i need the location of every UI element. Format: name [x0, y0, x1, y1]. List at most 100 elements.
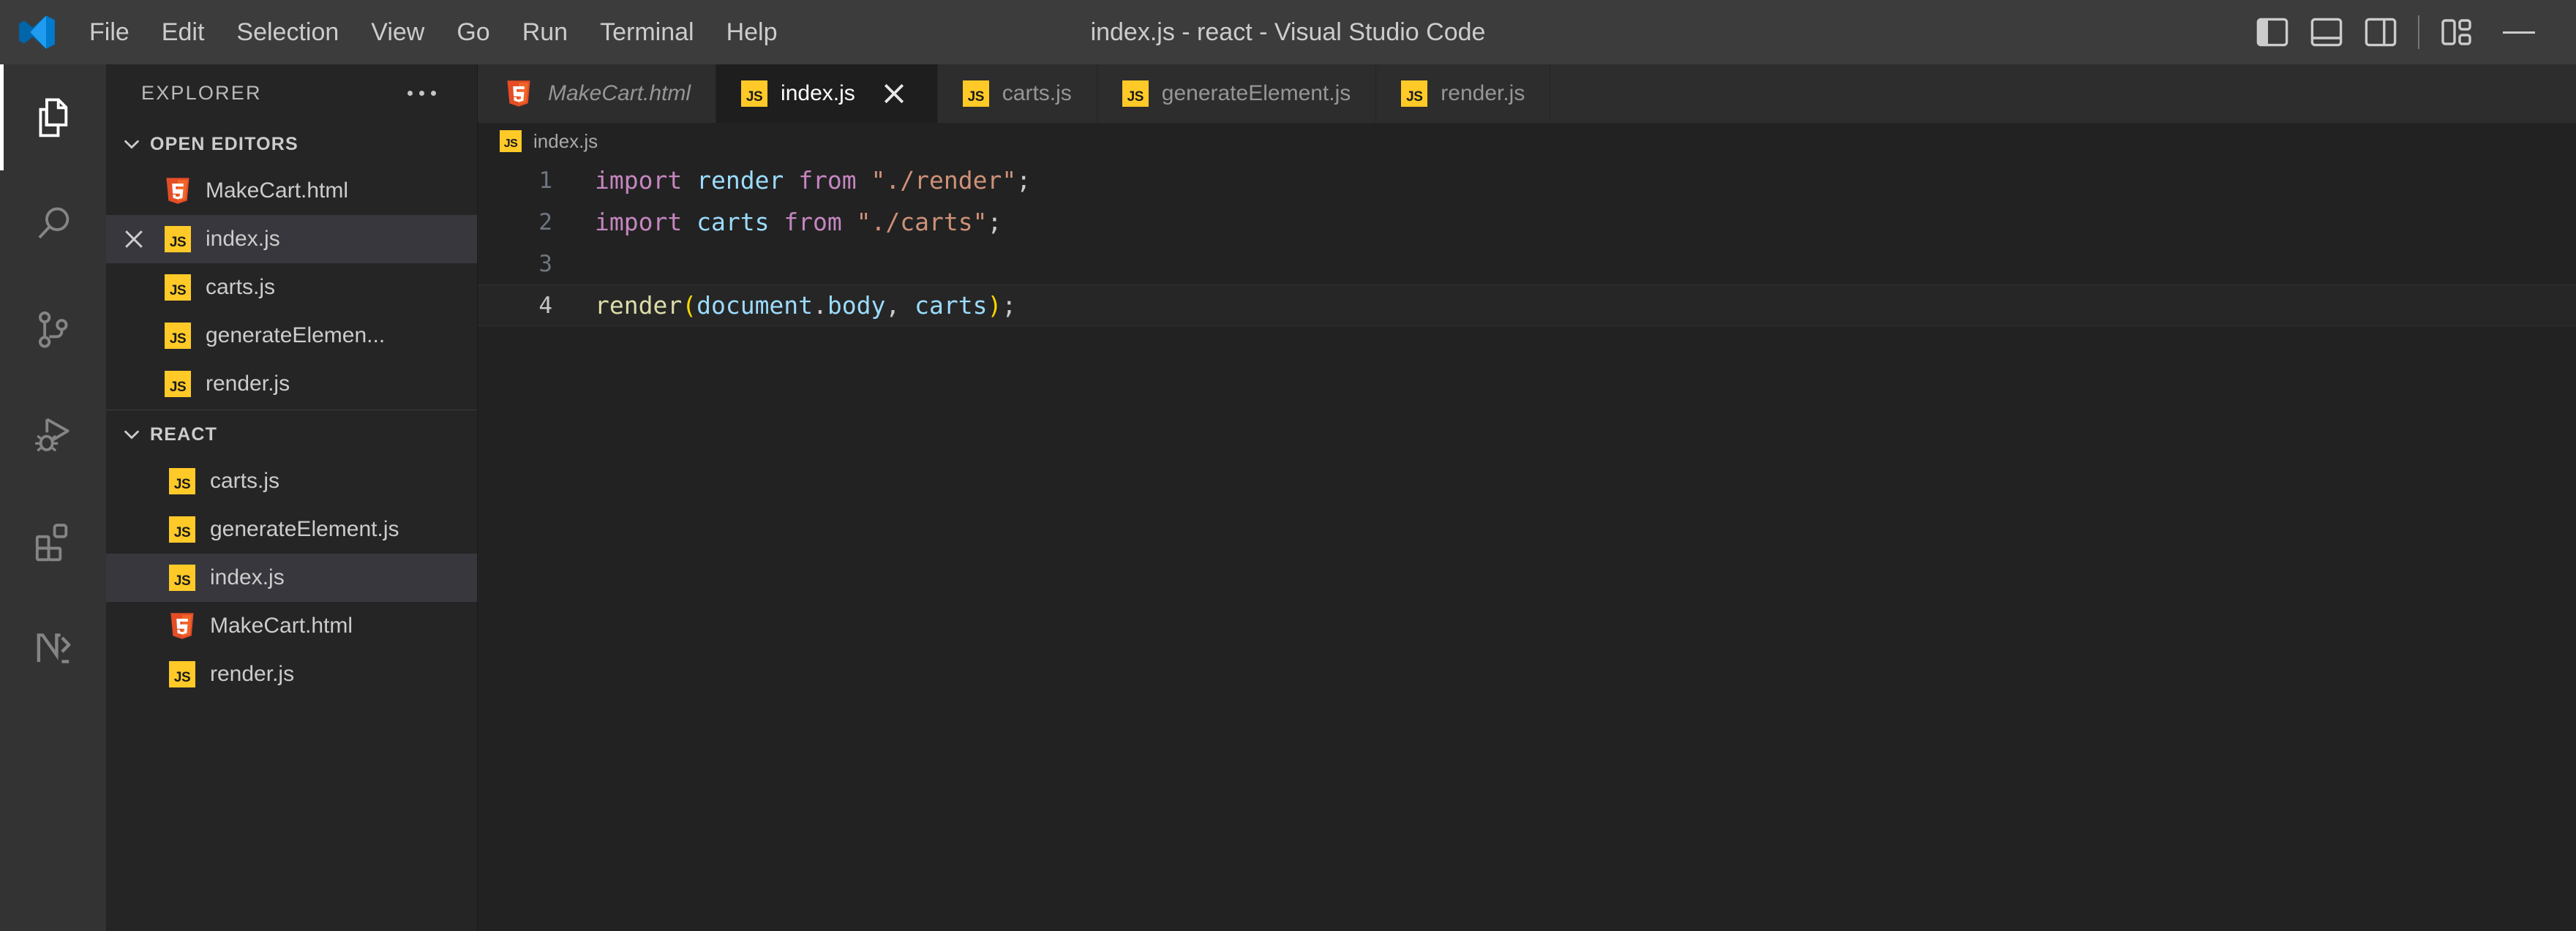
- html5-file-icon: [503, 79, 535, 108]
- line-number: 4: [538, 292, 552, 319]
- js-badge: JS: [169, 468, 195, 494]
- files-icon: [38, 98, 67, 137]
- minimize-icon: [2503, 31, 2535, 34]
- menu-bar: File Edit Selection View Go Run Terminal…: [73, 0, 794, 64]
- html5-file-icon: [166, 611, 198, 641]
- tab-carts-js[interactable]: JS carts.js: [937, 64, 1097, 123]
- list-item-label: MakeCart.html: [210, 614, 353, 638]
- section-header-open-editors[interactable]: OPEN EDITORS: [106, 121, 477, 167]
- tab-label: MakeCart.html: [548, 81, 691, 105]
- sidebar-item-extensions[interactable]: [0, 489, 106, 595]
- sidebar-item-source-control[interactable]: [0, 276, 106, 382]
- js-file-icon: JS: [166, 661, 198, 687]
- tab-label: index.js: [781, 81, 855, 105]
- explorer-sidebar: EXPLORER OPEN EDITORS MakeCart.html JS i…: [106, 64, 478, 931]
- code-line-text: import carts from "./carts";: [595, 208, 1002, 236]
- open-editors-list: MakeCart.html JS index.js JS carts.js JS…: [106, 167, 477, 410]
- list-item[interactable]: JS index.js: [106, 554, 477, 602]
- sidebar-item-explorer[interactable]: [0, 64, 106, 170]
- menu-item-edit[interactable]: Edit: [146, 0, 221, 64]
- js-file-icon: JS: [162, 274, 194, 301]
- tab-generateelement-js[interactable]: JS generateElement.js: [1097, 64, 1377, 123]
- vscode-window: File Edit Selection View Go Run Terminal…: [0, 0, 2576, 931]
- list-item[interactable]: JS index.js: [106, 215, 477, 263]
- tab-label: generateElement.js: [1161, 81, 1351, 105]
- chevron-down-icon: [119, 422, 144, 447]
- js-file-icon: JS: [162, 323, 194, 349]
- tabsbar-empty-space: [1550, 64, 2576, 123]
- list-item[interactable]: JS carts.js: [106, 457, 477, 505]
- js-file-icon: JS: [500, 130, 522, 152]
- js-file-icon: JS: [962, 80, 989, 107]
- toggle-primary-sidebar-button[interactable]: [2245, 6, 2299, 59]
- react-file-tree: JS carts.js JS generateElement.js JS ind…: [106, 457, 477, 698]
- sidebar-item-run-and-debug[interactable]: [0, 382, 106, 489]
- js-file-icon: JS: [166, 565, 198, 591]
- breadcrumb[interactable]: JS index.js: [478, 123, 2576, 159]
- menu-item-go[interactable]: Go: [440, 0, 506, 64]
- tab-label: render.js: [1441, 81, 1525, 105]
- js-file-icon: JS: [166, 516, 198, 543]
- close-icon[interactable]: [876, 75, 912, 112]
- code-editor[interactable]: 1 import render from "./render"; 2 impor…: [478, 159, 2576, 931]
- toggle-secondary-sidebar-button[interactable]: [2354, 6, 2408, 59]
- close-icon[interactable]: [116, 222, 151, 257]
- customize-layout-button[interactable]: [2430, 6, 2484, 59]
- editor-tabs: MakeCart.html JS index.js JS carts.js JS…: [478, 64, 2576, 123]
- code-line: 3: [478, 243, 2576, 284]
- js-file-icon: JS: [166, 468, 198, 494]
- menu-item-terminal[interactable]: Terminal: [584, 0, 710, 64]
- js-file-icon: JS: [162, 226, 194, 252]
- line-number: 2: [538, 208, 552, 235]
- list-item[interactable]: JS generateElemen...: [106, 312, 477, 360]
- minimize-window-button[interactable]: [2484, 6, 2554, 59]
- html5-file-icon: [162, 176, 194, 206]
- line-number: 1: [538, 167, 552, 194]
- code-line-current: 4 render(document.body, carts);: [478, 284, 2576, 326]
- vscode-logo-icon: [0, 12, 73, 52]
- list-item-label: carts.js: [206, 275, 276, 299]
- activity-bar: [0, 64, 106, 931]
- menu-item-view[interactable]: View: [355, 0, 440, 64]
- titlebar-layout-controls: [2245, 6, 2576, 59]
- js-badge: JS: [165, 226, 191, 252]
- toggle-panel-button[interactable]: [2299, 6, 2354, 59]
- menu-item-run[interactable]: Run: [506, 0, 584, 64]
- list-item-label: generateElement.js: [210, 517, 399, 541]
- list-item[interactable]: MakeCart.html: [106, 167, 477, 215]
- list-item[interactable]: JS generateElement.js: [106, 505, 477, 554]
- list-item[interactable]: JS render.js: [106, 360, 477, 408]
- tab-render-js[interactable]: JS render.js: [1376, 64, 1551, 123]
- js-badge: JS: [165, 274, 191, 301]
- js-badge: JS: [169, 516, 195, 543]
- js-badge: JS: [165, 323, 191, 349]
- section-header-react[interactable]: REACT: [106, 412, 477, 457]
- list-item-label: index.js: [206, 227, 280, 251]
- list-item-label: render.js: [210, 662, 295, 686]
- ellipsis-icon[interactable]: [399, 82, 445, 105]
- run-debug-icon: [34, 418, 70, 451]
- list-item[interactable]: JS carts.js: [106, 263, 477, 312]
- code-line-text: render(document.body, carts);: [595, 291, 1017, 320]
- tab-index-js[interactable]: JS index.js: [716, 64, 938, 123]
- chevron-down-icon: [119, 132, 144, 157]
- menu-item-selection[interactable]: Selection: [220, 0, 355, 64]
- editor-group: MakeCart.html JS index.js JS carts.js JS…: [478, 64, 2576, 931]
- tab-label: carts.js: [1002, 81, 1072, 105]
- js-badge: JS: [165, 371, 191, 397]
- sidebar-item-search[interactable]: [0, 170, 106, 276]
- section-open-editors: OPEN EDITORS MakeCart.html JS index.js J…: [106, 121, 477, 410]
- tab-makecart-html[interactable]: MakeCart.html: [478, 64, 717, 123]
- menu-item-file[interactable]: File: [73, 0, 146, 64]
- list-item[interactable]: JS render.js: [106, 650, 477, 698]
- js-badge: JS: [169, 565, 195, 591]
- list-item[interactable]: MakeCart.html: [106, 602, 477, 650]
- title-bar: File Edit Selection View Go Run Terminal…: [0, 0, 2576, 64]
- list-item-label: render.js: [206, 372, 290, 396]
- js-file-icon: JS: [1401, 80, 1428, 107]
- sidebar-item-node-dependencies[interactable]: [0, 595, 106, 701]
- list-item-label: MakeCart.html: [206, 178, 349, 203]
- menu-item-help[interactable]: Help: [710, 0, 794, 64]
- source-control-icon: [38, 311, 68, 348]
- js-file-icon: JS: [1122, 80, 1149, 107]
